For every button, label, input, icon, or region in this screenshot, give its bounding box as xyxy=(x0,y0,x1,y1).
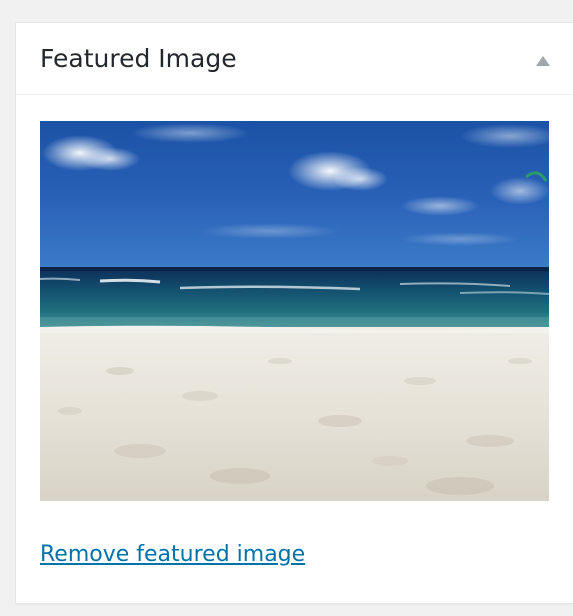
featured-image-metabox: Featured Image Remove featured image xyxy=(15,22,573,604)
metabox-title: Featured Image xyxy=(40,44,237,73)
featured-image-thumbnail[interactable] xyxy=(40,121,549,501)
arrow-up-icon xyxy=(536,56,550,66)
beach-photo xyxy=(40,121,549,501)
metabox-content: Remove featured image xyxy=(16,95,573,605)
toggle-panel-button[interactable] xyxy=(529,47,557,75)
metabox-header: Featured Image xyxy=(16,23,573,95)
remove-featured-image-link[interactable]: Remove featured image xyxy=(40,540,305,570)
